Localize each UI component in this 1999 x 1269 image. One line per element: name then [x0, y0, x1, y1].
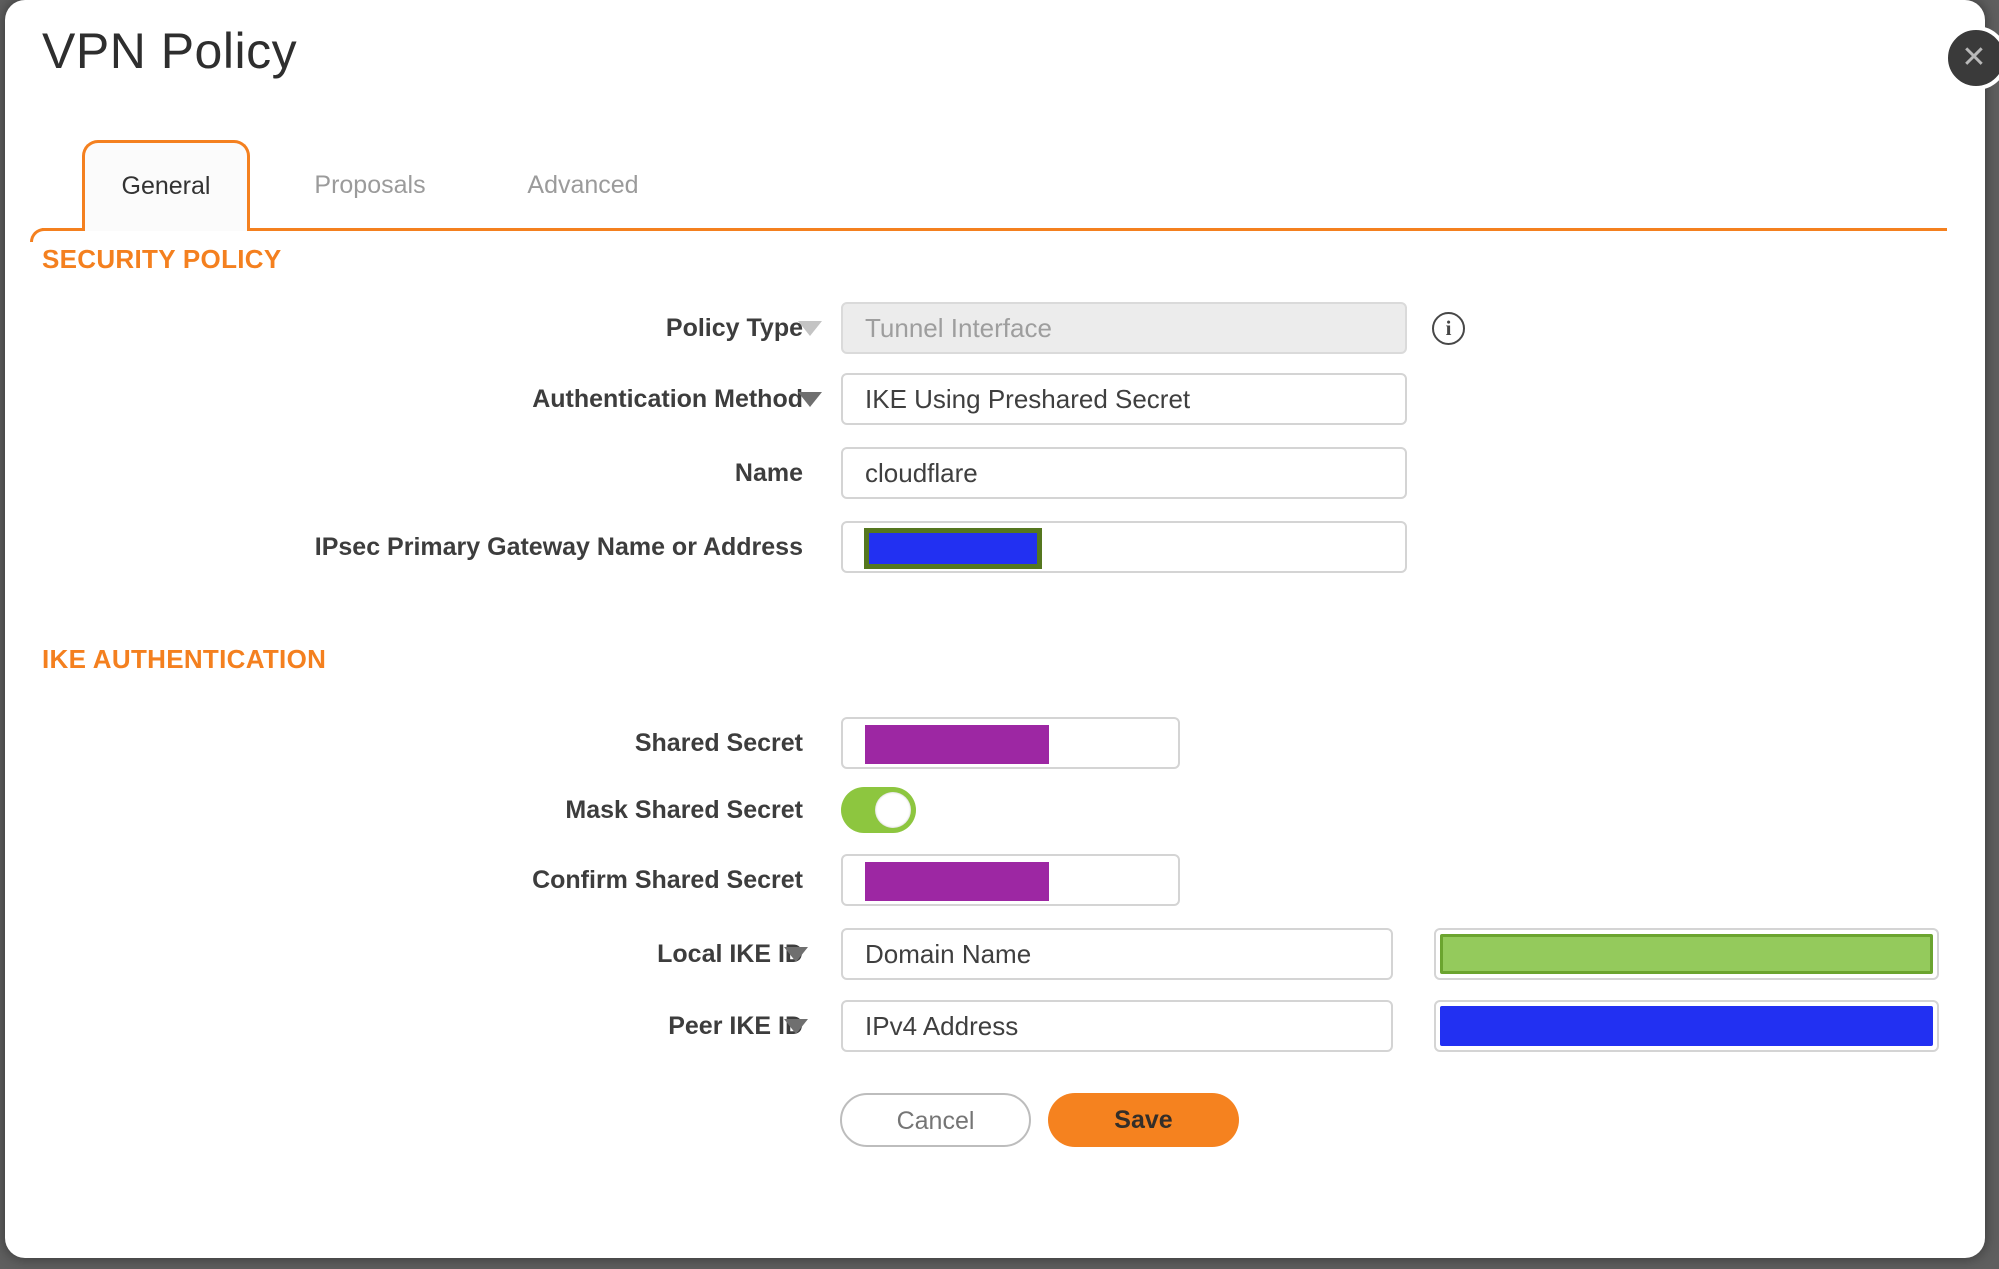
chevron-down-icon: [798, 321, 822, 336]
chevron-down-icon: [798, 392, 822, 407]
authentication-method-label: Authentication Method: [532, 385, 803, 413]
peer-ike-id-value-input[interactable]: [1434, 1000, 1939, 1052]
shared-secret-redacted-value: [865, 725, 1049, 764]
row-policy-type: Policy Type Tunnel Interface i: [5, 302, 1985, 354]
mask-shared-secret-toggle[interactable]: [841, 787, 916, 833]
section-heading-ike-authentication: IKE AUTHENTICATION: [42, 644, 327, 674]
shared-secret-label: Shared Secret: [634, 729, 803, 757]
shared-secret-input[interactable]: [841, 717, 1180, 769]
tab-proposals[interactable]: Proposals: [280, 140, 460, 231]
section-heading-security-policy: SECURITY POLICY: [42, 244, 282, 274]
tab-advanced[interactable]: Advanced: [493, 140, 673, 231]
row-confirm-shared-secret: Confirm Shared Secret: [5, 854, 1985, 906]
local-ike-id-dropdown[interactable]: Domain Name: [841, 928, 1393, 980]
authentication-method-dropdown[interactable]: IKE Using Preshared Secret: [841, 373, 1407, 425]
tab-underline: [42, 228, 1947, 231]
page-title: VPN Policy: [42, 23, 298, 79]
vpn-policy-dialog: VPN Policy General Proposals Advanced SE…: [5, 0, 1985, 1258]
row-authentication-method: Authentication Method IKE Using Preshare…: [5, 373, 1985, 425]
row-gateway: IPsec Primary Gateway Name or Address: [5, 521, 1985, 573]
row-local-ike-id: Local IKE ID Domain Name: [5, 928, 1985, 980]
row-actions: Cancel Save: [5, 1093, 1985, 1147]
local-ike-id-value-input[interactable]: [1434, 928, 1939, 980]
row-name: Name cloudflare: [5, 447, 1985, 499]
close-button[interactable]: ✕: [1944, 26, 1999, 90]
mask-shared-secret-label: Mask Shared Secret: [565, 796, 803, 824]
gateway-input[interactable]: [841, 521, 1407, 573]
row-shared-secret: Shared Secret: [5, 717, 1985, 769]
gateway-label: IPsec Primary Gateway Name or Address: [314, 533, 803, 561]
confirm-shared-secret-label: Confirm Shared Secret: [532, 866, 803, 894]
policy-type-dropdown: Tunnel Interface: [841, 302, 1407, 354]
name-label: Name: [734, 459, 803, 487]
chevron-down-icon: [784, 947, 808, 962]
confirm-shared-secret-input[interactable]: [841, 854, 1180, 906]
policy-type-label: Policy Type: [665, 314, 803, 342]
row-peer-ike-id: Peer IKE ID IPv4 Address: [5, 1000, 1985, 1052]
confirm-shared-secret-redacted-value: [865, 862, 1049, 901]
chevron-down-icon: [784, 1019, 808, 1034]
close-icon: ✕: [1961, 41, 1987, 74]
tab-general[interactable]: General: [82, 140, 250, 231]
toggle-knob: [875, 792, 911, 828]
peer-ike-id-redacted-value: [1440, 1006, 1933, 1046]
peer-ike-id-dropdown[interactable]: IPv4 Address: [841, 1000, 1393, 1052]
local-ike-id-label: Local IKE ID: [657, 940, 803, 968]
cancel-button[interactable]: Cancel: [840, 1093, 1031, 1147]
local-ike-id-redacted-value: [1440, 934, 1933, 974]
gateway-redacted-value: [864, 528, 1042, 569]
tab-underline-end: [30, 228, 44, 242]
save-button[interactable]: Save: [1048, 1093, 1239, 1147]
row-mask-shared-secret: Mask Shared Secret: [5, 787, 1985, 839]
peer-ike-id-label: Peer IKE ID: [668, 1012, 803, 1040]
name-input[interactable]: cloudflare: [841, 447, 1407, 499]
info-icon[interactable]: i: [1432, 312, 1465, 345]
